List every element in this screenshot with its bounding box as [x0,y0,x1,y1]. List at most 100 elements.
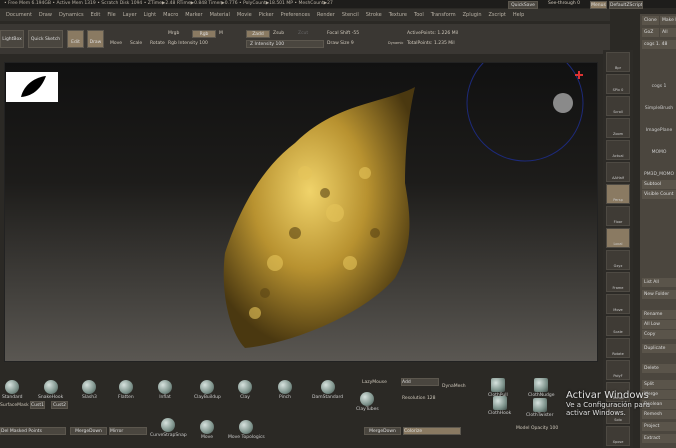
menu-render[interactable]: Render [317,9,335,21]
subtool-copy-button[interactable]: Copy [642,330,676,339]
colorize-button[interactable]: Colorize [403,427,461,435]
subtool-duplicate-button[interactable]: Duplicate [642,344,676,353]
mergedown-button[interactable]: MergeDown [70,427,107,435]
brush-flatten[interactable]: Flatten [118,380,134,400]
brush-snakehook[interactable]: SnakeHook [38,380,63,400]
scale-button[interactable]: Scale [130,41,142,46]
menu-stencil[interactable]: Stencil [342,9,359,21]
subtool-header[interactable]: Subtool [642,180,676,189]
subtool-split-button[interactable]: Split [642,380,676,389]
shelf-floor-button[interactable]: Floor [606,206,630,226]
menu-tool[interactable]: Tool [414,9,424,21]
subtool-list-all-button[interactable]: List All [642,278,676,287]
menu-zplugin[interactable]: Zplugin [463,9,482,21]
resolution-slider[interactable]: Resolution 128 [402,396,436,401]
menu-picker[interactable]: Picker [259,9,274,21]
add-button[interactable]: Add [401,378,439,386]
brush-inflat[interactable]: Inflat [158,380,172,400]
brush-clothnudge[interactable]: ClothNudge [528,378,554,398]
z-intensity-slider[interactable]: Z Intensity 100 [246,40,324,48]
mrgb-button[interactable]: Mrgb [168,31,179,36]
lightbox-button[interactable]: LightBox [0,30,24,48]
focal-shift-slider[interactable]: Focal Shift -55 [327,31,359,36]
shelf-scale-button[interactable]: Scale [606,316,630,336]
dynamesh-button[interactable]: DynaMesh [442,384,466,389]
rotate-button[interactable]: Rotate [150,41,165,46]
shelf-scroll-button[interactable]: Scroll [606,96,630,116]
menu-stroke[interactable]: Stroke [366,9,382,21]
menu-movie[interactable]: Movie [237,9,252,21]
lazymouse-button[interactable]: LazyMouse [362,380,387,385]
menu-dynamics[interactable]: Dynamics [59,9,84,21]
surfacemask-button[interactable]: SurfaceMask [0,403,29,408]
shelf-bpr-button[interactable]: Bpr [606,52,630,72]
subtool-new-folder-button[interactable]: New Folder [642,290,676,299]
subtool-all-low-button[interactable]: All Low [642,320,676,329]
shelf-frame-button[interactable]: Frame [606,272,630,292]
brush-clothtwister[interactable]: ClothTwister [526,398,553,418]
shelf-spix-0-button[interactable]: SPix 0 [606,74,630,94]
shelf-gxyz-button[interactable]: Gxyz [606,250,630,270]
brush-clay[interactable]: Clay [238,380,252,400]
shelf-persp-button[interactable]: Persp [606,184,630,204]
navigator-thumbnail[interactable] [6,72,58,102]
panel-item[interactable]: Clone [642,16,659,25]
brush-move[interactable]: Move [200,420,214,440]
shelf-rotate-button[interactable]: Rotate [606,338,630,358]
tool-simplebrush[interactable]: SimpleBrush [642,106,676,111]
model-opacity-slider[interactable]: Model Opacity 100 [516,426,558,431]
menu-document[interactable]: Document [6,9,32,21]
shelf-actual-button[interactable]: Actual [606,140,630,160]
menu-edit[interactable]: Edit [91,9,101,21]
menu-material[interactable]: Material [210,9,230,21]
default-zscript-button[interactable]: DefaultZScript [609,1,643,9]
menu-marker[interactable]: Marker [185,9,202,21]
menu-layer[interactable]: Layer [123,9,137,21]
panel-item[interactable]: cogs 1. 48 [642,40,676,49]
edit-button[interactable]: Edit [67,30,84,48]
tool-pm3d_momo[interactable]: PM3D_MOMO [642,172,676,177]
panel-item[interactable]: GoZ [642,28,659,37]
menu-zscript[interactable]: Zscript [488,9,505,21]
brush-pinch[interactable]: Pinch [278,380,292,400]
shelf-zoom-button[interactable]: Zoom [606,118,630,138]
zcut-button[interactable]: Zcut [298,31,308,36]
brush-clothpull[interactable]: ClothPull [488,378,508,398]
subtool-project-button[interactable]: Project [642,422,676,431]
brush-claybuildup[interactable]: ClayBuildup [194,380,221,400]
tool-momo[interactable]: MOMO [642,150,676,155]
subtool-rename-button[interactable]: Rename [642,310,676,319]
brush-move-topologics[interactable]: Move Topologics [228,420,265,440]
draw-button[interactable]: Draw [87,30,104,48]
shelf-xpose-button[interactable]: Xpose [606,426,630,446]
menu-draw[interactable]: Draw [39,9,52,21]
del-masked-points-button[interactable]: Del Masked Points [0,427,66,435]
m-button[interactable]: M [219,31,223,36]
move-button[interactable]: Move [110,41,122,46]
menu-file[interactable]: File [107,9,115,21]
shelf-move-button[interactable]: Move [606,294,630,314]
quick-sketch-button[interactable]: Quick Sketch [28,30,63,48]
menu-texture[interactable]: Texture [389,9,407,21]
rgb-intensity-slider[interactable]: Rgb Intensity 100 [168,41,208,46]
brush-standard[interactable]: Standard [2,380,22,400]
brush-claytubes[interactable]: ClayTubes [356,392,379,412]
brush-curvestrapsnap[interactable]: CurveStrapSnap [150,418,187,438]
menu-light[interactable]: Light [144,9,156,21]
rgb-button[interactable]: Rgb [192,30,216,38]
panel-item[interactable]: Make PolyMesh3D [660,16,676,25]
panel-item[interactable]: All [660,28,676,37]
brush-damstandard[interactable]: DamStandard [312,380,343,400]
shelf-polyf-button[interactable]: PolyF [606,360,630,380]
brush-clothhook[interactable]: ClothHook [488,396,511,416]
mergedown-button-2[interactable]: MergeDown [364,427,401,435]
draw-size-slider[interactable]: Draw Size 9 [327,41,354,46]
subtool-delete-button[interactable]: Delete [642,364,676,373]
shelf-aahalf-button[interactable]: AAHalf [606,162,630,182]
shelf-local-button[interactable]: Local [606,228,630,248]
subtool-extract-button[interactable]: Extract [642,434,676,443]
dynamic-button[interactable]: Dynamic [388,41,403,45]
cust1-button[interactable]: Cust1 [30,401,45,409]
zadd-button[interactable]: Zadd [246,30,270,38]
menu-preferences[interactable]: Preferences [281,9,310,21]
